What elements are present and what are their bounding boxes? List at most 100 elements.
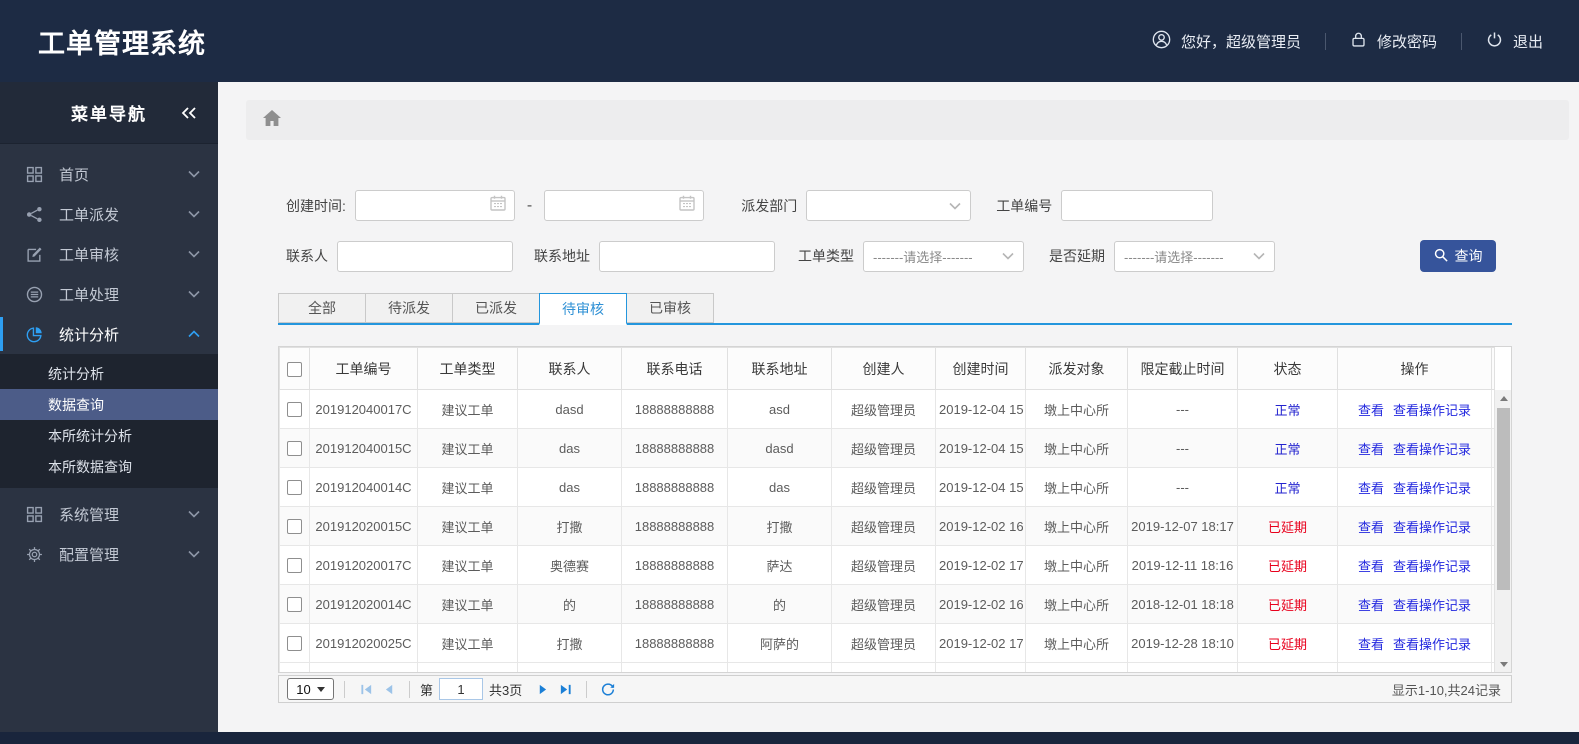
scrollbar-thumb[interactable] — [1497, 408, 1510, 590]
cell-contact: das — [517, 428, 622, 468]
page-size-select[interactable]: 10 — [287, 678, 334, 700]
cell-type: 建议工单 — [417, 389, 518, 429]
app-window: 工单管理系统 您好，超级管理员 修改密码 退出 菜单导航 首页 工单派发 工单审… — [0, 0, 1579, 744]
view-log-link[interactable]: 查看操作记录 — [1393, 598, 1471, 613]
row-checkbox[interactable] — [287, 402, 302, 418]
view-link[interactable]: 查看 — [1358, 442, 1384, 457]
cell-phone: 18888888888 — [621, 545, 728, 585]
vertical-scrollbar[interactable] — [1494, 390, 1511, 672]
cell-target: 墩上中心所 — [1025, 584, 1128, 624]
view-link[interactable]: 查看 — [1358, 598, 1384, 613]
last-page-button[interactable] — [554, 683, 576, 696]
order-no-label: 工单编号 — [996, 197, 1053, 214]
tab-已派发[interactable]: 已派发 — [452, 293, 540, 323]
sidebar-item-工单派发[interactable]: 工单派发 — [0, 194, 218, 234]
sidebar-collapse-button[interactable] — [180, 106, 198, 119]
address-input[interactable] — [599, 240, 775, 272]
sidebar-item-统计分析[interactable]: 统计分析 — [0, 314, 218, 354]
view-link[interactable]: 查看 — [1358, 403, 1384, 418]
table-row: 201912040017C 建议工单 dasd 18888888888 asd 超级管理员… — [279, 389, 1495, 429]
divider — [586, 680, 588, 698]
cell-target: 墩上中心所 — [1025, 428, 1128, 468]
table-header-row: 工单编号 工单类型 联系人 联系电话 联系地址 创建人 创建时间 派发对象 限定截止时间 状态 操作 — [279, 347, 1495, 390]
search-button[interactable]: 查询 — [1420, 240, 1496, 272]
layers-icon — [26, 286, 46, 303]
home-icon[interactable] — [263, 109, 281, 131]
sidebar-subitem-本所统计分析[interactable]: 本所统计分析 — [0, 420, 218, 451]
cell-type: 建议工单 — [417, 467, 518, 507]
cell-created: 2019-12-02 16 — [935, 506, 1026, 546]
sidebar-subitem-统计分析[interactable]: 统计分析 — [0, 358, 218, 389]
order-no-input[interactable] — [1061, 190, 1214, 221]
first-page-button[interactable] — [355, 683, 377, 696]
pie-icon — [26, 326, 46, 343]
dispatch-dept-label: 派发部门 — [741, 197, 798, 214]
chevron-down-icon — [188, 550, 200, 558]
view-log-link[interactable]: 查看操作记录 — [1393, 559, 1471, 574]
sidebar-item-首页[interactable]: 首页 — [0, 154, 218, 194]
create-time-end-input[interactable] — [544, 190, 705, 221]
page-footer — [0, 732, 1579, 744]
refresh-button[interactable] — [597, 682, 619, 696]
row-checkbox[interactable] — [287, 597, 302, 613]
dispatch-dept-select[interactable] — [806, 190, 972, 221]
cell-creator: 超级管理员 — [831, 467, 936, 507]
contact-input[interactable] — [337, 240, 513, 272]
sidebar: 菜单导航 首页 工单派发 工单审核 工单处理 统计分析 统计分析 数据查询 本所统计分析 本所数… — [0, 82, 218, 732]
change-password-button[interactable]: 修改密码 — [1350, 31, 1437, 52]
scroll-down-arrow-icon[interactable] — [1495, 656, 1511, 672]
logout-button[interactable]: 退出 — [1486, 31, 1543, 52]
status-badge: 正常 — [1237, 467, 1338, 507]
view-log-link[interactable]: 查看操作记录 — [1393, 442, 1471, 457]
row-checkbox[interactable] — [287, 558, 302, 574]
cell-creator: 超级管理员 — [831, 506, 936, 546]
row-checkbox[interactable] — [287, 519, 302, 535]
chevron-down-icon — [1002, 252, 1014, 260]
cell-address: das — [727, 467, 832, 507]
view-link[interactable]: 查看 — [1358, 559, 1384, 574]
table-row: 201912040015C 建议工单 das 18888888888 dasd 超级管理员… — [279, 428, 1495, 468]
create-time-start-input[interactable] — [354, 190, 515, 221]
view-link[interactable]: 查看 — [1358, 637, 1384, 652]
view-log-link[interactable]: 查看操作记录 — [1393, 637, 1471, 652]
sidebar-item-配置管理[interactable]: 配置管理 — [0, 534, 218, 574]
cell-address: 的 — [727, 584, 832, 624]
row-select-cell — [279, 545, 310, 585]
view-log-link[interactable]: 查看操作记录 — [1393, 481, 1471, 496]
table-row: 201912020015C 建议工单 打撒 18888888888 打撒 超级管理员 201… — [279, 506, 1495, 546]
user-greeting: 您好，超级管理员 — [1180, 33, 1301, 51]
view-log-link[interactable]: 查看操作记录 — [1393, 520, 1471, 535]
prev-page-button[interactable] — [377, 683, 399, 696]
row-checkbox[interactable] — [287, 441, 302, 457]
tab-全部[interactable]: 全部 — [278, 293, 366, 323]
delay-select[interactable]: -------请选择------- — [1114, 240, 1275, 272]
status-badge: 正常 — [1237, 428, 1338, 468]
view-link[interactable]: 查看 — [1358, 520, 1384, 535]
sidebar-item-工单审核[interactable]: 工单审核 — [0, 234, 218, 274]
tab-待派发[interactable]: 待派发 — [365, 293, 453, 323]
view-link[interactable]: 查看 — [1358, 481, 1384, 496]
orders-table-container: 工单编号 工单类型 联系人 联系电话 联系地址 创建人 创建时间 派发对象 限定截止时间 状态 操作… — [278, 346, 1512, 673]
cell-order_no: 201912020015C — [309, 506, 418, 546]
tab-已审核[interactable]: 已审核 — [626, 293, 714, 323]
sidebar-subitem-本所数据查询[interactable]: 本所数据查询 — [0, 451, 218, 482]
sidebar-item-系统管理[interactable]: 系统管理 — [0, 494, 218, 534]
divider — [1460, 32, 1462, 50]
sidebar-subitem-数据查询[interactable]: 数据查询 — [0, 389, 218, 420]
next-page-button[interactable] — [532, 683, 554, 696]
row-checkbox[interactable] — [287, 636, 302, 652]
order-type-select[interactable]: -------请选择------- — [863, 240, 1024, 272]
sidebar-item-工单处理[interactable]: 工单处理 — [0, 274, 218, 314]
page-number-input[interactable] — [439, 678, 484, 700]
tab-待审核[interactable]: 待审核 — [539, 293, 627, 325]
delay-label: 是否延期 — [1049, 248, 1105, 264]
cell-contact: dasd — [517, 389, 622, 429]
row-checkbox[interactable] — [287, 480, 302, 496]
cell-empty — [417, 662, 518, 672]
breadcrumb — [246, 100, 1569, 140]
select-all-checkbox[interactable] — [287, 361, 302, 377]
view-log-link[interactable]: 查看操作记录 — [1393, 403, 1471, 418]
cell-empty — [309, 662, 418, 672]
user-menu[interactable]: 您好，超级管理员 — [1152, 30, 1301, 53]
scroll-up-arrow-icon[interactable] — [1495, 390, 1511, 406]
